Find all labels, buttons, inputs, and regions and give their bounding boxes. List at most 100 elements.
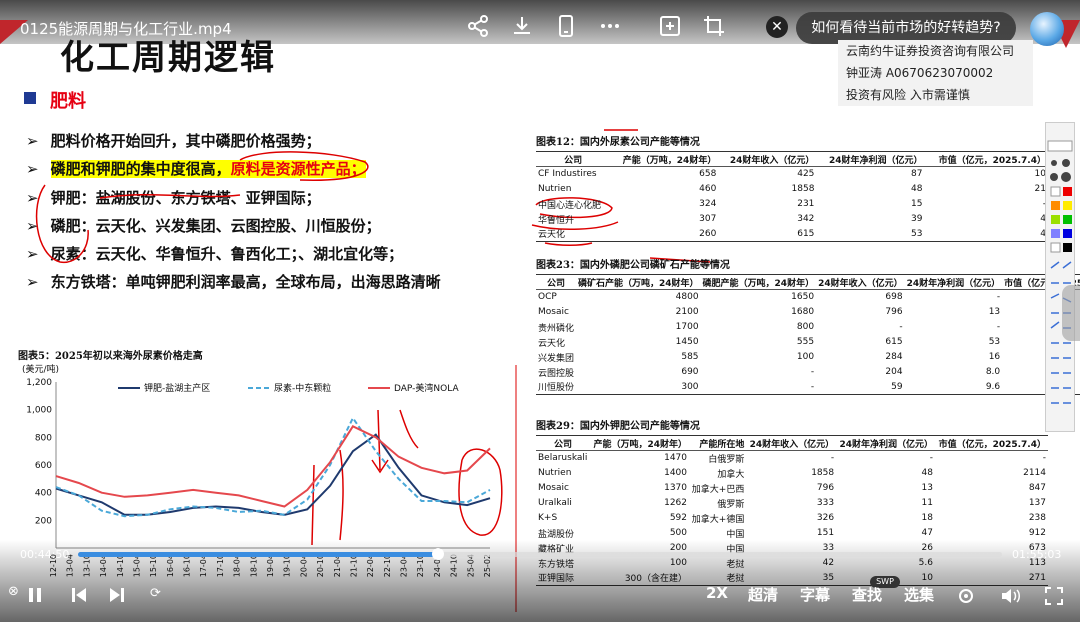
table-row: 贵州磷化1700800--- [536,320,1080,335]
table-cell: 兴发集团 [538,353,575,364]
table-cell: 48 [911,184,923,194]
column-header: 产能（万吨，24财年） [610,151,719,167]
table-cell: 1700 [675,322,699,332]
table-cell: Belaruskali [538,453,588,464]
column-header: 公司 [536,151,611,167]
loop-icon[interactable]: ⊗ [8,584,19,599]
episodes-button[interactable]: 选集 [904,584,934,605]
table-cell: 中国心连心化肥 [538,200,602,211]
table-cell: - [810,367,815,377]
table-cell: 53 [911,228,923,239]
table-cell: 9.6 [985,381,1001,392]
table-cell: 1858 [811,468,835,478]
pause-icon[interactable] [26,586,44,608]
table-cell: 284 [885,352,903,362]
table-row: 兴发集团58510028416229 [536,350,1080,365]
table-cell: 4 [1040,228,1046,239]
table-cell: 48 [921,468,933,478]
table-cell: 615 [797,228,815,239]
table-row: Mosaic 1370 加拿大+巴西 796 13 847 [536,481,1048,496]
annotation-toolbar [1045,122,1075,432]
subtitle-button[interactable]: 字幕 [800,584,830,605]
prev-icon[interactable] [70,586,88,608]
settings-icon[interactable] [956,586,976,610]
table-cell: 1262 [664,498,688,508]
table-cell: 698 [885,292,903,303]
table-cell: OCP [538,292,557,303]
table-cell: K+S [538,513,558,523]
table-cell: 87 [911,169,923,180]
table-cell: 俄罗斯 [717,499,745,510]
table-cell: Nutrien [538,184,572,194]
table-cell: 1470 [664,453,688,464]
table-row: 云天化145055561553405 [536,335,1080,350]
table-cell: 238 [1028,513,1046,523]
table-cell: 796 [885,307,903,317]
table-cell: 690 [681,367,699,377]
table-cell: - [899,322,903,332]
table-cell: 15 [911,199,923,209]
table-cell: 151 [816,528,835,538]
table-cell: 59 [891,381,903,392]
table-cell: 1400 [664,468,688,478]
table-cell: 13 [921,483,933,493]
y-tick-label: 600 [35,461,52,471]
table-cell: 800 [796,322,815,332]
table-cell: 1680 [791,307,815,317]
search-button[interactable]: 查找 [852,584,882,605]
table-cell: - [996,292,1001,303]
table-cell: Uralkali [538,498,572,508]
table-cell: 333 [816,498,835,508]
table-cell: 53 [988,337,1001,347]
table-cell: 912 [1028,528,1046,538]
series-line [55,425,491,508]
table-cell: 342 [797,214,815,224]
total-time: 01:55:03 [1012,548,1062,561]
table-cell: 796 [816,483,835,493]
fullscreen-icon[interactable] [1044,586,1064,610]
table-cell: 8.0 [985,367,1001,377]
video-player: { "video": { "title": "0125能源周期与化工行业.mp4… [0,0,1080,622]
table-cell: 204 [885,367,903,377]
volume-icon[interactable] [1000,586,1022,610]
table-urea-capacity: 图表12：国内外尿素公司产能等情况 公司 产能（万吨，24财年） 24财年收入（亿元… [536,133,1048,242]
refresh-icon[interactable]: ⟳ [150,586,161,601]
column-header: 24财年净利润（亿元） [836,435,935,451]
table-row: 盐湖股份 500 中国 151 47 912 [536,526,1048,541]
quality-button[interactable]: 超清 [748,584,778,605]
table-cell: 100 [796,352,815,362]
table-cell: 847 [1028,483,1046,493]
y-tick-label: 800 [35,433,52,443]
series-line [55,416,491,518]
table-cell: 4 [1040,214,1046,224]
table-cell: 中国 [726,529,745,540]
table-cell: - [925,197,1049,212]
table-row: Nutrien 460 1858 48 21 [536,182,1048,197]
table-cell: Mosaic [538,483,569,493]
y-tick-label: 1,200 [26,378,52,388]
speed-button[interactable]: 2X [706,584,728,602]
table-cell: - [1042,453,1046,464]
table-cell: 1650 [791,292,815,303]
table-cell: - [810,381,815,392]
side-panel-handle[interactable] [1062,285,1080,341]
column-header: 产能所在地 [689,435,747,451]
table-cell: 260 [699,228,717,239]
table-cell: 460 [699,184,717,194]
table-row: 中国心连心化肥 324 231 15- [536,197,1048,212]
table-cell: 华鲁恒升 [538,215,575,226]
table-phosphate-capacity: 图表23：国内外磷肥公司磷矿石产能等情况 公司 磷矿石产能（万吨，24财年） 磷肥产… [536,256,1080,395]
table-cell: 592 [669,513,688,523]
table-title: 图表29：国内外钾肥公司产能等情况 [536,421,700,432]
table-cell: Nutrien [538,468,572,478]
table-cell: 18 [921,513,933,523]
palette-tools [1047,140,1073,404]
table-cell: 324 [699,199,717,209]
table-cell: 云天化 [538,230,566,241]
table-cell: 13 [988,307,1001,317]
column-header: 市值（亿元，2025.7.4） [935,435,1048,451]
y-tick-label: 200 [35,516,52,526]
table-row: 云图控股690-2048.0116 [536,365,1080,380]
table-cell: 658 [699,169,717,180]
next-icon[interactable] [108,586,126,608]
